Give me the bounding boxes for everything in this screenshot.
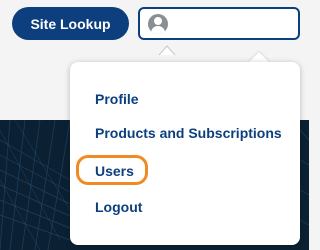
menu-item-profile[interactable]: Profile [95,90,139,108]
account-dropdown-menu: Profile Products and Subscriptions Users… [70,62,300,245]
caret-up-icon [158,45,176,56]
account-menu-toggle[interactable] [138,7,300,40]
menu-item-logout[interactable]: Logout [95,198,142,216]
user-avatar-icon [148,14,168,34]
menu-item-products-and-subscriptions[interactable]: Products and Subscriptions [95,124,282,142]
menu-item-users[interactable]: Users [95,162,134,180]
site-lookup-button[interactable]: Site Lookup [12,7,129,40]
